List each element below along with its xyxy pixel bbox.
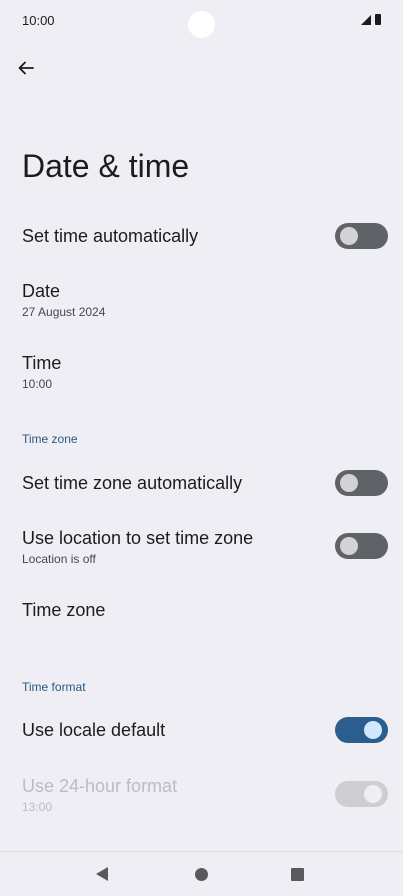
battery-icon	[375, 14, 381, 25]
use-24-hour-format-sub: 13:00	[22, 800, 53, 814]
set-time-zone-automatically-toggle[interactable]	[335, 470, 388, 496]
set-time-automatically-toggle[interactable]	[335, 223, 388, 249]
toggle-knob	[340, 227, 358, 245]
toggle-knob	[340, 537, 358, 555]
use-location-toggle[interactable]	[335, 533, 388, 559]
back-button[interactable]	[14, 56, 38, 80]
toggle-knob	[364, 721, 382, 739]
camera-cutout	[188, 11, 215, 38]
use-locale-default-row[interactable]: Use locale default	[0, 708, 403, 754]
arrow-back-icon	[18, 61, 34, 75]
time-value: 10:00	[22, 377, 53, 391]
set-time-automatically-label: Set time automatically	[22, 226, 199, 246]
toggle-knob	[340, 474, 358, 492]
time-format-section-header: Time format	[22, 680, 86, 694]
time-zone-label: Time zone	[22, 600, 106, 620]
toggle-knob	[364, 785, 382, 803]
use-location-row[interactable]: Use location to set time zone Location i…	[0, 525, 403, 573]
set-time-automatically-row[interactable]: Set time automatically	[0, 214, 403, 260]
nav-back-icon[interactable]	[96, 867, 108, 881]
time-zone-section-header: Time zone	[22, 432, 78, 446]
date-value: 27 August 2024	[22, 305, 106, 319]
set-time-zone-automatically-row[interactable]: Set time zone automatically	[0, 461, 403, 507]
navigation-bar	[0, 851, 403, 896]
use-location-sub: Location is off	[22, 552, 96, 566]
date-label: Date	[22, 281, 61, 301]
use-locale-default-label: Use locale default	[22, 720, 166, 740]
time-zone-row[interactable]: Time zone	[0, 590, 403, 634]
use-24-hour-format-toggle	[335, 781, 388, 807]
page-title: Date & time	[22, 148, 190, 184]
use-location-label: Use location to set time zone	[22, 528, 254, 548]
signal-icon	[361, 14, 371, 25]
use-24-hour-format-label: Use 24-hour format	[22, 776, 178, 796]
nav-home-icon[interactable]	[195, 868, 208, 881]
status-icons	[361, 14, 381, 25]
use-24-hour-format-row: Use 24-hour format 13:00	[0, 773, 403, 821]
nav-recents-icon[interactable]	[291, 868, 304, 881]
screen: 10:00 Date & time Set time automatically…	[0, 0, 403, 896]
date-row[interactable]: Date 27 August 2024	[0, 278, 403, 326]
time-label: Time	[22, 353, 62, 373]
time-row[interactable]: Time 10:00	[0, 350, 403, 398]
status-time: 10:00	[22, 13, 55, 28]
use-locale-default-toggle[interactable]	[335, 717, 388, 743]
set-time-zone-automatically-label: Set time zone automatically	[22, 473, 243, 493]
